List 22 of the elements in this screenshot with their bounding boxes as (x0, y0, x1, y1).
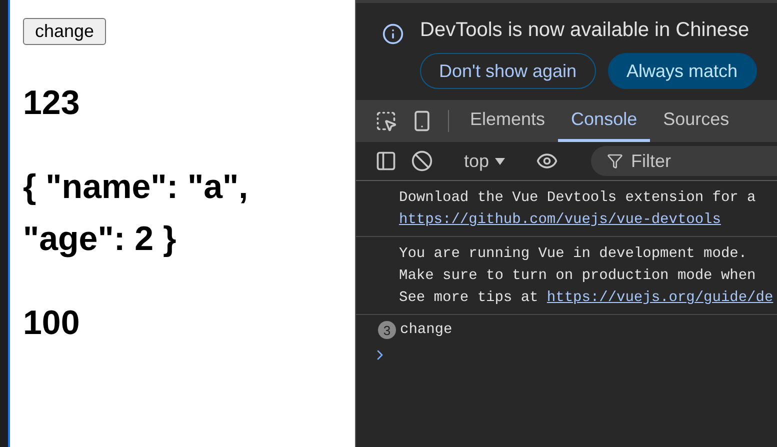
banner-text: DevTools is now available in Chinese (420, 19, 750, 42)
log-text: See more tips at (399, 289, 538, 308)
output-text: 100 (23, 303, 81, 344)
output-text: 123 (23, 83, 81, 124)
log-text: Download the Vue Devtools extension for a (399, 189, 756, 208)
log-link[interactable]: https://vuejs.org/guide/de (546, 287, 774, 309)
banner-button[interactable]: Always match (608, 53, 757, 89)
filter-icon (607, 153, 624, 169)
log-text: You are running Vue in development mode. (399, 245, 748, 264)
log-link[interactable]: https://github.com/vuejs/vue-devtools (399, 209, 721, 231)
banner-button[interactable]: Don't show again (420, 53, 596, 89)
devtools-tab[interactable]: Sources (650, 100, 742, 142)
change-button[interactable]: change (23, 18, 106, 45)
repeat-count: 3 (378, 321, 396, 339)
log-text: change (400, 321, 452, 340)
devtools-tab[interactable]: Elements (457, 100, 558, 142)
context-dropdown[interactable]: top (456, 150, 514, 172)
log-text: Make sure to turn on production mode when (399, 267, 756, 286)
filter-field[interactable]: Filter (591, 146, 777, 176)
info-icon (382, 23, 404, 45)
devtools-tab[interactable]: Console (558, 100, 650, 142)
output-text: { "name": "a", "age": 2 } (23, 167, 250, 260)
